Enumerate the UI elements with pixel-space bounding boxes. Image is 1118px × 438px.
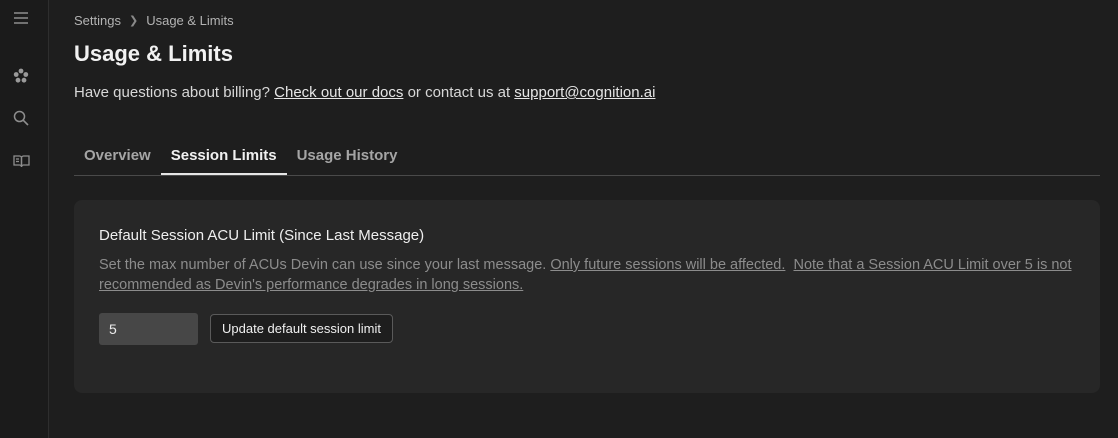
- subtitle-mid: or contact us at: [407, 84, 511, 101]
- future-sessions-note: Only future sessions will be affected.: [550, 257, 786, 273]
- description-text: Set the max number of ACUs Devin can use…: [99, 257, 547, 273]
- session-limit-heading: Default Session ACU Limit (Since Last Me…: [99, 227, 425, 244]
- page-title: Usage & Limits: [74, 41, 233, 66]
- menu-icon[interactable]: [12, 9, 30, 27]
- page-subtitle: Have questions about billing? Check out …: [74, 84, 655, 101]
- tab-usage-history[interactable]: Usage History: [287, 138, 408, 174]
- tab-bar: Overview Session Limits Usage History: [74, 138, 1100, 176]
- docs-link[interactable]: Check out our docs: [274, 84, 403, 101]
- breadcrumb-current: Usage & Limits: [146, 13, 234, 28]
- subtitle-prefix: Have questions about billing?: [74, 84, 270, 101]
- devin-logo-icon[interactable]: [12, 67, 30, 85]
- tab-overview[interactable]: Overview: [74, 138, 161, 174]
- support-email-link[interactable]: support@cognition.ai: [514, 84, 655, 101]
- main-content: Settings ❯ Usage & Limits Usage & Limits…: [49, 0, 1118, 438]
- session-limit-input[interactable]: [99, 313, 198, 345]
- tab-session-limits[interactable]: Session Limits: [160, 138, 287, 175]
- chevron-right-icon: ❯: [128, 15, 139, 27]
- session-limit-description: Set the max number of ACUs Devin can use…: [99, 255, 1079, 295]
- update-session-limit-button[interactable]: Update default session limit: [210, 314, 393, 343]
- breadcrumb-settings[interactable]: Settings: [74, 13, 121, 28]
- breadcrumb: Settings ❯ Usage & Limits: [74, 13, 234, 28]
- docs-book-icon[interactable]: [12, 152, 30, 170]
- app-root: Settings ❯ Usage & Limits Usage & Limits…: [0, 0, 1118, 438]
- search-icon[interactable]: [12, 109, 30, 127]
- sidebar-rail: [0, 0, 49, 438]
- session-limit-card: Default Session ACU Limit (Since Last Me…: [74, 200, 1100, 393]
